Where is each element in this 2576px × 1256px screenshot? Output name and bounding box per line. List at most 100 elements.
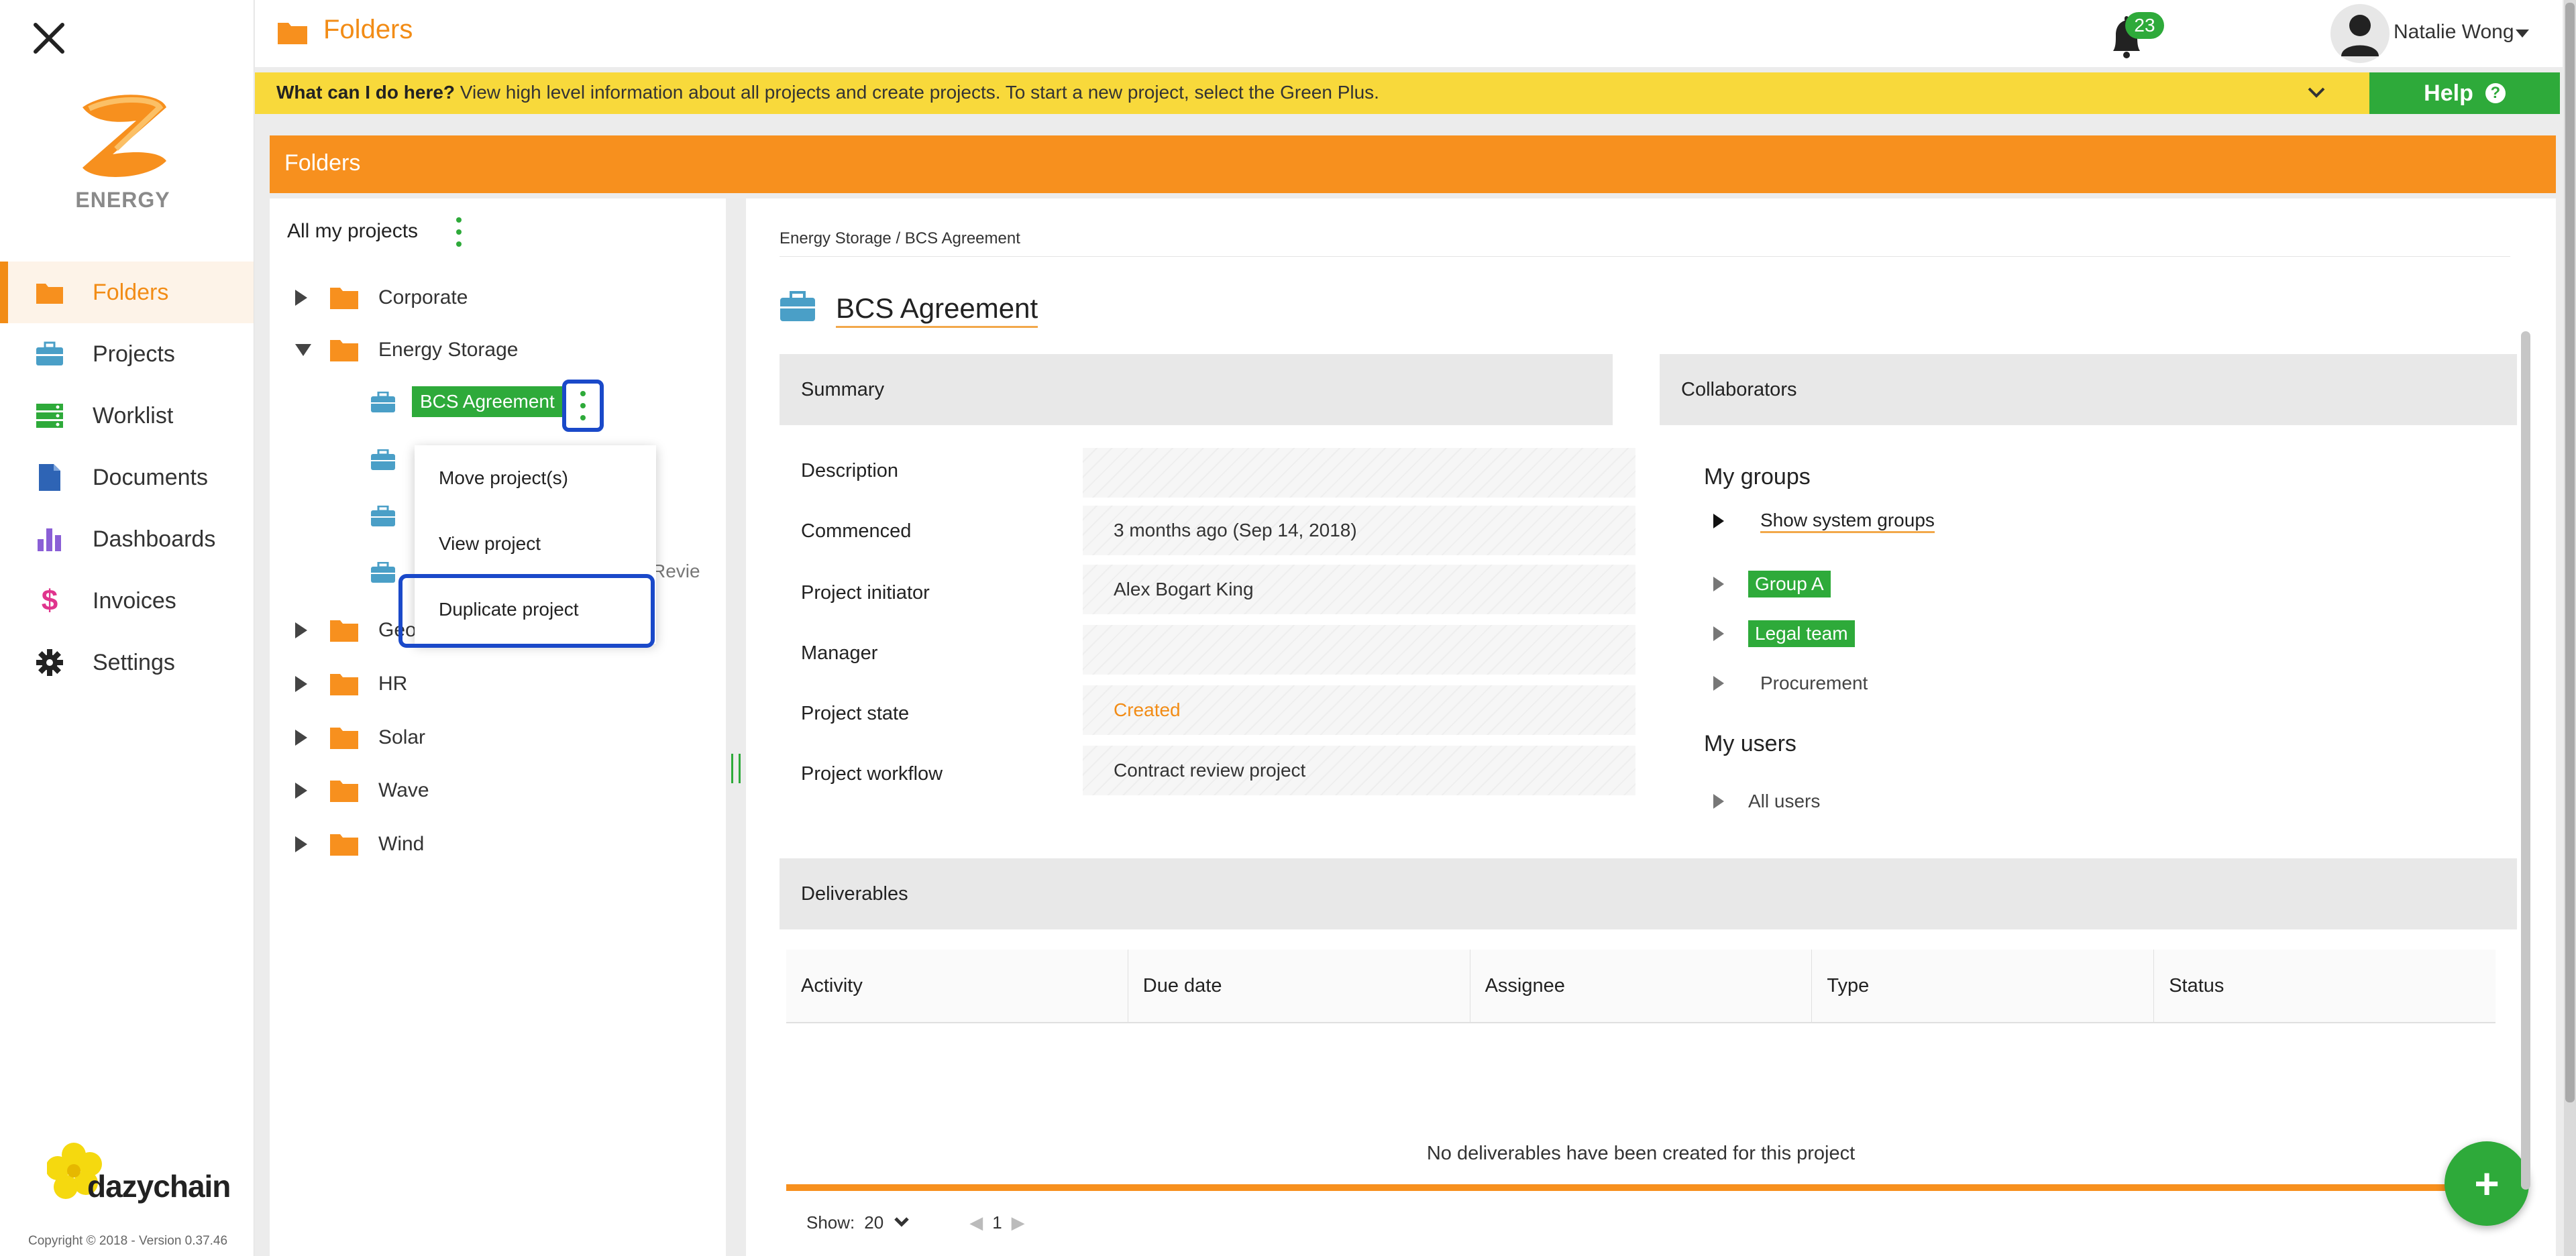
folder-icon bbox=[329, 832, 360, 857]
nav-folders[interactable]: Folders bbox=[0, 262, 254, 323]
nav-label: Settings bbox=[93, 649, 175, 675]
nav-dashboards[interactable]: Dashboards bbox=[0, 508, 254, 570]
summary-header: Summary bbox=[780, 354, 1613, 425]
tree-project-bcs-agreement[interactable]: BCS Agreement bbox=[412, 386, 563, 417]
tree-project-partial-label[interactable]: Revie bbox=[652, 561, 700, 582]
all-users-label[interactable]: All users bbox=[1748, 791, 1820, 812]
expand-icon[interactable] bbox=[295, 783, 307, 799]
bar-chart-icon bbox=[35, 524, 64, 554]
group-row-group-a[interactable]: Group A bbox=[1713, 567, 1831, 601]
deliverables-header: Deliverables bbox=[780, 858, 2517, 929]
user-name[interactable]: Natalie Wong bbox=[2394, 21, 2514, 44]
nav-worklist[interactable]: Worklist bbox=[0, 385, 254, 447]
tree-folder-wind[interactable]: Wind bbox=[295, 824, 424, 864]
folders-header bbox=[270, 135, 2556, 193]
field-label-state: Project state bbox=[801, 703, 910, 724]
my-users-heading: My users bbox=[1704, 731, 1796, 756]
tree-folder-solar[interactable]: Solar bbox=[295, 718, 425, 758]
expand-icon[interactable] bbox=[295, 730, 307, 746]
menu-view-project[interactable]: View project bbox=[415, 511, 656, 577]
expand-icon[interactable] bbox=[1713, 626, 1724, 641]
splitter[interactable] bbox=[726, 198, 746, 1256]
kebab-menu-icon[interactable] bbox=[452, 217, 466, 247]
page-number[interactable]: 1 bbox=[992, 1212, 1002, 1233]
pagination: Show: 20 ◀ 1 ▶ bbox=[806, 1212, 1025, 1233]
gear-icon bbox=[35, 648, 64, 677]
expand-icon[interactable] bbox=[1713, 794, 1724, 809]
chevron-down-icon[interactable] bbox=[2305, 83, 2328, 102]
chevron-down-icon[interactable] bbox=[2516, 30, 2529, 38]
column-header-status[interactable]: Status bbox=[2154, 950, 2496, 1022]
expand-icon[interactable] bbox=[295, 290, 307, 306]
column-header-type[interactable]: Type bbox=[1812, 950, 2155, 1022]
banner-body: View high level information about all pr… bbox=[455, 82, 1379, 103]
deliverables-table-header: Activity Due date Assignee Type Status bbox=[786, 950, 2496, 1023]
group-label[interactable]: Legal team bbox=[1748, 620, 1855, 647]
column-header-due-date[interactable]: Due date bbox=[1128, 950, 1470, 1022]
all-projects-label[interactable]: All my projects bbox=[287, 220, 418, 243]
next-page-icon[interactable]: ▶ bbox=[1012, 1212, 1025, 1233]
expand-icon[interactable] bbox=[295, 836, 307, 852]
nav-label: Projects bbox=[93, 341, 175, 367]
folders-header-title: Folders bbox=[284, 150, 361, 176]
column-header-assignee[interactable]: Assignee bbox=[1470, 950, 1813, 1022]
tree-folder-hr[interactable]: HR bbox=[295, 664, 407, 704]
group-row-legal-team[interactable]: Legal team bbox=[1713, 617, 1855, 650]
page-size-select[interactable]: 20 bbox=[864, 1212, 883, 1233]
add-project-button[interactable]: + bbox=[2445, 1141, 2529, 1226]
notification-badge: 23 bbox=[2125, 12, 2164, 39]
chevron-down-icon[interactable] bbox=[893, 1212, 910, 1233]
folder-icon bbox=[329, 337, 360, 363]
column-header-activity[interactable]: Activity bbox=[786, 950, 1128, 1022]
content-scrollbar[interactable] bbox=[2521, 331, 2530, 1190]
folder-icon bbox=[329, 671, 360, 697]
folder-icon bbox=[35, 278, 64, 307]
show-system-groups-link[interactable]: Show system groups bbox=[1760, 510, 1935, 533]
folder-icon bbox=[276, 19, 309, 46]
field-workflow: Contract review project bbox=[1083, 746, 1635, 795]
tree-folder-wave[interactable]: Wave bbox=[295, 770, 429, 811]
expand-icon[interactable] bbox=[295, 676, 307, 692]
help-button[interactable]: Help ? bbox=[2369, 72, 2560, 114]
my-groups-heading: My groups bbox=[1704, 464, 1811, 490]
briefcase-icon bbox=[35, 339, 64, 369]
nav-documents[interactable]: Documents bbox=[0, 447, 254, 508]
expand-icon[interactable] bbox=[1713, 514, 1724, 528]
group-label[interactable]: Procurement bbox=[1760, 673, 1868, 694]
field-state: Created bbox=[1083, 685, 1635, 735]
nav-settings[interactable]: Settings bbox=[0, 632, 254, 693]
top-bar bbox=[255, 0, 2563, 67]
expand-icon[interactable] bbox=[1713, 577, 1724, 591]
field-label-description: Description bbox=[801, 460, 899, 481]
splitter-handle[interactable] bbox=[731, 754, 741, 783]
kebab-menu-icon bbox=[576, 391, 590, 420]
copyright: Copyright © 2018 - Version 0.37.46 bbox=[28, 1234, 228, 1248]
document-icon bbox=[35, 463, 64, 492]
page-scrollbar-thumb[interactable] bbox=[2565, 3, 2575, 1102]
menu-move-projects[interactable]: Move project(s) bbox=[415, 445, 656, 511]
expand-icon[interactable] bbox=[1713, 676, 1724, 691]
close-icon[interactable] bbox=[25, 15, 72, 62]
field-label-initiator: Project initiator bbox=[801, 582, 930, 604]
tree-folder-corporate[interactable]: Corporate bbox=[295, 278, 468, 318]
avatar[interactable] bbox=[2330, 4, 2390, 63]
tree-label: Corporate bbox=[378, 286, 468, 308]
project-actions-button[interactable] bbox=[562, 380, 604, 432]
group-row-procurement[interactable]: Procurement bbox=[1713, 667, 1868, 700]
all-users-row[interactable]: All users bbox=[1713, 785, 1820, 818]
nav-label: Folders bbox=[93, 279, 169, 305]
question-icon: ? bbox=[2485, 83, 2506, 103]
group-label[interactable]: Group A bbox=[1748, 571, 1831, 597]
nav-invoices[interactable]: $ Invoices bbox=[0, 570, 254, 632]
collapse-icon[interactable] bbox=[295, 344, 311, 356]
expand-icon[interactable] bbox=[295, 622, 307, 638]
tree-label: Wind bbox=[378, 833, 425, 855]
nav-projects[interactable]: Projects bbox=[0, 323, 254, 385]
divider bbox=[780, 256, 2510, 257]
breadcrumb[interactable]: Energy Storage / BCS Agreement bbox=[780, 229, 1020, 248]
show-system-groups-row[interactable]: Show system groups bbox=[1713, 504, 1935, 538]
dollar-icon: $ bbox=[41, 584, 58, 617]
prev-page-icon[interactable]: ◀ bbox=[969, 1212, 983, 1233]
briefcase-icon bbox=[370, 449, 396, 471]
tree-folder-energy-storage[interactable]: Energy Storage bbox=[295, 330, 518, 370]
